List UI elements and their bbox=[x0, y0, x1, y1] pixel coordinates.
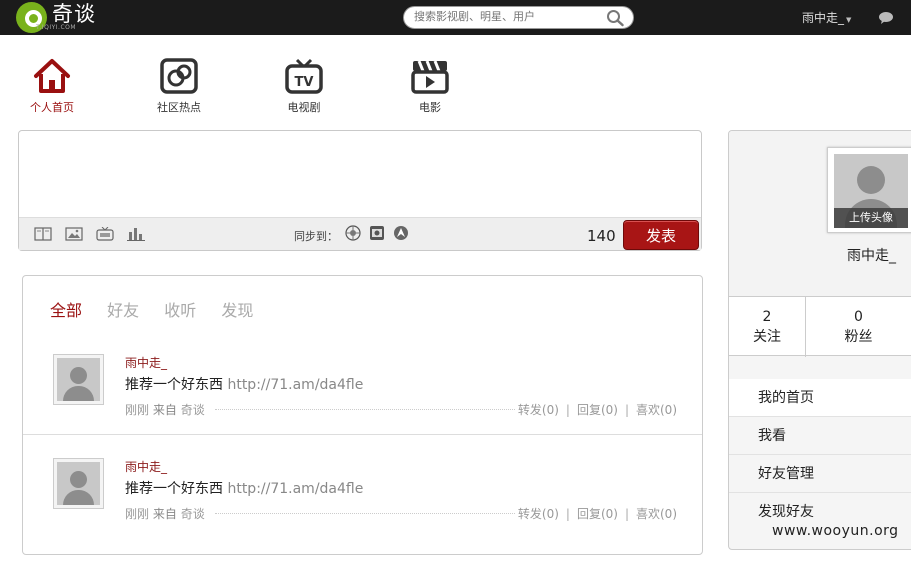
followers-count: 0 bbox=[854, 309, 863, 325]
sync-share-icon[interactable] bbox=[393, 225, 409, 245]
book-icon[interactable] bbox=[34, 226, 52, 245]
followers-stat[interactable]: 0 粉丝 bbox=[806, 307, 911, 347]
post-content: 推荐一个好东西 http://71.am/da4fle bbox=[125, 374, 363, 394]
profile-avatar[interactable]: 上传头像 bbox=[827, 147, 911, 233]
post-link[interactable]: http://71.am/da4fle bbox=[227, 377, 363, 393]
clapperboard-icon bbox=[411, 58, 449, 94]
post-source-prefix: 来自 bbox=[152, 507, 177, 521]
community-icon bbox=[160, 58, 198, 94]
avatar[interactable] bbox=[53, 458, 104, 509]
post-composer: 同步到： 140 发表 bbox=[18, 130, 702, 251]
tab-all[interactable]: 全部 bbox=[50, 301, 82, 320]
post-author[interactable]: 雨中走_ bbox=[125, 458, 167, 475]
following-count: 2 bbox=[762, 309, 772, 325]
upload-avatar-button[interactable]: 上传头像 bbox=[834, 208, 908, 228]
nav-label: 电视剧 bbox=[287, 101, 321, 114]
like-button[interactable]: 喜欢(0) bbox=[636, 507, 677, 521]
profile-name[interactable]: 雨中走_ bbox=[847, 245, 896, 265]
repost-button[interactable]: 转发(0) bbox=[518, 403, 559, 417]
search-box[interactable] bbox=[403, 6, 634, 29]
feed-post: 雨中走_ 推荐一个好东西 http://71.am/da4fle 刚刚 来自 奇… bbox=[23, 354, 702, 457]
sync-label: 同步到： bbox=[294, 230, 338, 243]
menu-item-my-watch[interactable]: 我看 bbox=[729, 417, 911, 455]
home-icon bbox=[33, 58, 71, 94]
post-meta: 刚刚 来自 奇谈 转发(0) | 回复(0) | 喜欢(0) bbox=[125, 505, 677, 522]
watermark: www.wooyun.org bbox=[772, 523, 899, 539]
post-time: 刚刚 bbox=[125, 507, 150, 521]
reply-button[interactable]: 回复(0) bbox=[577, 403, 618, 417]
avatar[interactable] bbox=[53, 354, 104, 405]
sync-photo-icon[interactable] bbox=[369, 225, 385, 245]
post-textarea[interactable] bbox=[19, 131, 701, 217]
nav-movie[interactable]: 电影 bbox=[390, 58, 470, 115]
reply-button[interactable]: 回复(0) bbox=[577, 507, 618, 521]
tv-small-icon[interactable] bbox=[96, 226, 114, 245]
action-separator: | bbox=[624, 403, 629, 417]
nav-label: 电影 bbox=[419, 101, 441, 114]
char-counter: 140 bbox=[587, 227, 616, 245]
tab-discover[interactable]: 发现 bbox=[221, 301, 253, 320]
nav-personal-home[interactable]: 个人首页 bbox=[12, 58, 92, 115]
post-text: 推荐一个好东西 bbox=[125, 481, 223, 497]
image-icon[interactable] bbox=[65, 226, 83, 245]
repost-button[interactable]: 转发(0) bbox=[518, 507, 559, 521]
menu-item-friend-manage[interactable]: 好友管理 bbox=[729, 455, 911, 493]
sync-weibo-icon[interactable] bbox=[345, 225, 361, 245]
post-meta: 刚刚 来自 奇谈 转发(0) | 回复(0) | 喜欢(0) bbox=[125, 401, 677, 418]
dotted-divider bbox=[215, 409, 515, 410]
user-menu[interactable]: 雨中走_ ▼ bbox=[802, 9, 851, 26]
dotted-divider bbox=[215, 513, 515, 514]
post-source-prefix: 来自 bbox=[152, 403, 177, 417]
tab-following[interactable]: 收听 bbox=[164, 301, 196, 320]
post-actions: 转发(0) | 回复(0) | 喜欢(0) bbox=[518, 401, 677, 418]
side-menu: 我的首页 我看 好友管理 发现好友 bbox=[729, 379, 911, 531]
following-label: 关注 bbox=[753, 329, 781, 345]
post-text: 推荐一个好东西 bbox=[125, 377, 223, 393]
profile-sidebar: 上传头像 雨中走_ 2 关注 0 粉丝 我的首页 我看 好友管理 发现好友 bbox=[728, 130, 911, 550]
action-separator: | bbox=[565, 403, 570, 417]
post-source[interactable]: 奇谈 bbox=[181, 507, 205, 521]
search-input[interactable] bbox=[414, 10, 604, 23]
nav-community-hot[interactable]: 社区热点 bbox=[139, 58, 219, 115]
tv-icon: TV bbox=[285, 58, 323, 94]
feed-panel: 全部 好友 收听 发现 雨中走_ 推荐一个好东西 http://71.am/da… bbox=[22, 275, 703, 555]
menu-item-my-home[interactable]: 我的首页 bbox=[729, 379, 911, 417]
nav-tv-series[interactable]: TV 电视剧 bbox=[264, 58, 344, 115]
message-icon[interactable] bbox=[878, 10, 894, 29]
username-label: 雨中走_ bbox=[802, 11, 845, 25]
post-divider bbox=[23, 434, 702, 435]
profile-header: 上传头像 雨中走_ bbox=[729, 131, 911, 296]
followers-label: 粉丝 bbox=[844, 329, 873, 345]
post-content: 推荐一个好东西 http://71.am/da4fle bbox=[125, 478, 363, 498]
feed-post: 雨中走_ 推荐一个好东西 http://71.am/da4fle 刚刚 来自 奇… bbox=[23, 458, 702, 561]
svg-text:TV: TV bbox=[295, 75, 314, 90]
feed-tabs: 全部 好友 收听 发现 bbox=[50, 297, 273, 321]
search-icon[interactable] bbox=[606, 9, 625, 31]
post-link[interactable]: http://71.am/da4fle bbox=[227, 481, 363, 497]
tab-friends[interactable]: 好友 bbox=[107, 301, 139, 320]
publish-button[interactable]: 发表 bbox=[623, 220, 699, 250]
profile-stats: 2 关注 0 粉丝 bbox=[729, 296, 911, 357]
logo-subtext: T.IQIYI.COM bbox=[36, 24, 77, 31]
post-actions: 转发(0) | 回复(0) | 喜欢(0) bbox=[518, 505, 677, 522]
action-separator: | bbox=[565, 507, 570, 521]
post-time: 刚刚 bbox=[125, 403, 150, 417]
composer-toolbar: 同步到： 140 发表 bbox=[19, 217, 701, 250]
logo-text: 奇谈 bbox=[52, 2, 96, 26]
chart-icon[interactable] bbox=[127, 226, 145, 245]
chevron-down-icon: ▼ bbox=[846, 16, 852, 24]
post-author[interactable]: 雨中走_ bbox=[125, 354, 167, 371]
like-button[interactable]: 喜欢(0) bbox=[636, 403, 677, 417]
post-source[interactable]: 奇谈 bbox=[181, 403, 205, 417]
action-separator: | bbox=[624, 507, 629, 521]
nav-label: 社区热点 bbox=[157, 101, 201, 114]
top-bar: 奇谈 T.IQIYI.COM 雨中走_▼ bbox=[0, 0, 911, 35]
following-stat[interactable]: 2 关注 bbox=[729, 307, 805, 347]
nav-label: 个人首页 bbox=[30, 101, 74, 114]
